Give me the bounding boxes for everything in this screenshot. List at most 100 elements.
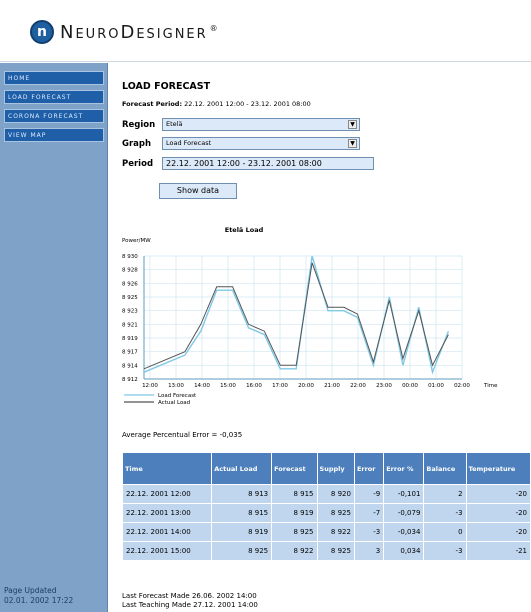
y-tick-label: 8 919	[122, 336, 138, 342]
region-value: Etelä	[166, 120, 183, 128]
table-cell: 8 922	[271, 541, 318, 561]
table-cell: -20	[465, 503, 531, 523]
page-updated: Page Updated 02.01. 2002 17:22	[4, 586, 73, 606]
table-cell: 22.12. 2001 14:00	[121, 522, 213, 542]
chart-labels: Etelä Load Power/MW 8 930 8 928 8 926 8 925 8 …	[122, 226, 498, 389]
table-cell: 8 913	[211, 484, 273, 504]
table-cell: -3	[423, 541, 467, 561]
region-select[interactable]: Etelä ▼	[162, 118, 360, 131]
x-tick-label: 16:00	[246, 383, 262, 389]
table-cell: 8 925	[316, 541, 355, 561]
region-label: Region	[122, 119, 156, 130]
table-cell: -0,079	[383, 503, 425, 523]
y-tick-label: 8 917	[122, 350, 138, 356]
logo-icon: n	[30, 20, 54, 44]
table-cell: -0,101	[383, 484, 425, 504]
table-cell: 8 919	[271, 503, 318, 523]
table-header-error-: Error %	[383, 452, 425, 485]
table-cell: -3	[423, 503, 467, 523]
sidebar-item-view-map[interactable]: VIEW MAP	[4, 128, 104, 142]
table-cell: 8 915	[271, 484, 318, 504]
sidebar-item-home[interactable]: HOME	[4, 71, 104, 85]
y-axis-label: Power/MW	[122, 238, 151, 244]
period-label: Period	[122, 158, 154, 169]
legend-label: Actual Load	[158, 400, 190, 406]
last-made-info: Last Forecast Made 26.06. 2002 14:00 Las…	[122, 592, 258, 610]
table-cell: 0	[423, 522, 467, 542]
table-cell: -0,034	[383, 522, 425, 542]
table-cell: 2	[423, 484, 467, 504]
y-tick-label: 8 926	[122, 281, 138, 287]
legend-label: Load Forecast	[158, 393, 197, 399]
chevron-down-icon[interactable]: ▼	[348, 120, 357, 129]
table-cell: -20	[465, 522, 531, 542]
sidebar-item-corona-forecast[interactable]: CORONA FORECAST	[4, 109, 104, 123]
graph-row: Graph Load Forecast ▼	[122, 137, 360, 150]
page-title: LOAD FORECAST	[122, 81, 211, 92]
table-cell: 22.12. 2001 15:00	[121, 541, 213, 561]
table-cell: 22.12. 2001 12:00	[121, 484, 213, 504]
table-row: 22.12. 2001 12:00 8 913 8 915 8 920 -9 -0,101…	[121, 484, 531, 504]
table-header-actual-load: Actual Load	[211, 452, 273, 485]
logo[interactable]: n NeuroDesigner ®	[30, 20, 220, 44]
table-cell: -9	[353, 484, 385, 504]
x-tick-label: 12:00	[142, 383, 158, 389]
x-tick-label: 01:00	[428, 383, 444, 389]
period-input[interactable]: 22.12. 2001 12:00 - 23.12. 2001 08:00	[162, 157, 374, 170]
logo-text: NeuroDesigner	[60, 21, 208, 43]
x-tick-label: 17:00	[272, 383, 288, 389]
x-tick-label: 00:00	[402, 383, 418, 389]
table-header-error: Error	[353, 452, 385, 485]
y-tick-label: 8 921	[122, 322, 138, 328]
last-teaching: Last Teaching Made 27.12. 2001 14:00	[122, 601, 258, 609]
table-cell: -7	[353, 503, 385, 523]
page-updated-value: 02.01. 2002 17:22	[4, 596, 74, 605]
table-cell: -20	[465, 484, 531, 504]
x-tick-label: 02:00	[454, 383, 470, 389]
chart-lines	[143, 255, 450, 375]
y-tick-label: 8 912	[122, 377, 138, 383]
header: n NeuroDesigner ®	[0, 0, 531, 62]
show-data-button[interactable]: Show data	[159, 183, 237, 199]
table-cell: 8 925	[211, 541, 273, 561]
table-cell: 8 919	[211, 522, 273, 542]
chart-title: Etelä Load	[225, 226, 264, 234]
x-tick-label: 20:00	[298, 383, 314, 389]
registered-mark: ®	[209, 23, 220, 33]
table-row: 22.12. 2001 14:00 8 919 8 925 8 922 -3 -0,034…	[121, 522, 531, 542]
period-row: Period 22.12. 2001 12:00 - 23.12. 2001 0…	[122, 157, 374, 170]
table-row: 22.12. 2001 15:00 8 925 8 922 8 925 3 0,034 -3…	[121, 541, 531, 561]
table-header-row: Time Actual Load Forecast Supply Error Error …	[121, 452, 531, 485]
sidebar-item-load-forecast[interactable]: LOAD FORECAST	[4, 90, 104, 104]
graph-value: Load Forecast	[166, 139, 212, 147]
page-updated-label: Page Updated	[4, 586, 57, 595]
table-row: 22.12. 2001 13:00 8 915 8 919 8 925 -7 -0,079…	[121, 503, 531, 523]
table-cell: 8 925	[271, 522, 318, 542]
series-line-load-forecast	[143, 255, 450, 375]
x-tick-label: 22:00	[350, 383, 366, 389]
forecast-period-value: 22.12. 2001 12:00 - 23.12. 2001 08:00	[184, 100, 311, 108]
series-line-actual-load	[143, 262, 449, 370]
chevron-down-icon[interactable]: ▼	[348, 139, 357, 148]
x-axis-label: Time	[483, 383, 498, 389]
y-tick-label: 8 928	[122, 268, 138, 274]
table-header-time: Time	[121, 452, 213, 485]
last-forecast: Last Forecast Made 26.06. 2002 14:00	[122, 592, 257, 600]
table-header-balance: Balance	[423, 452, 467, 485]
y-tick-label: 8 925	[122, 295, 138, 301]
y-tick-label: 8 930	[122, 254, 138, 260]
forecast-period-label: Forecast Period:	[122, 100, 183, 108]
table-cell: 22.12. 2001 13:00	[121, 503, 213, 523]
graph-select[interactable]: Load Forecast ▼	[162, 137, 360, 150]
chart-legend: Load ForecastActual Load	[124, 393, 197, 406]
average-error: Average Percentual Error = -0,035	[122, 431, 243, 439]
y-tick-label: 8 914	[122, 363, 138, 369]
table-header-forecast: Forecast	[271, 452, 318, 485]
sidebar: HOME LOAD FORECAST CORONA FORECAST VIEW …	[0, 63, 108, 612]
table-cell: -21	[465, 541, 531, 561]
y-tick-label: 8 923	[122, 309, 138, 315]
x-tick-label: 15:00	[220, 383, 236, 389]
table-cell: 3	[353, 541, 385, 561]
forecast-period: Forecast Period: 22.12. 2001 12:00 - 23.…	[122, 100, 311, 108]
table-cell: 8 925	[316, 503, 355, 523]
